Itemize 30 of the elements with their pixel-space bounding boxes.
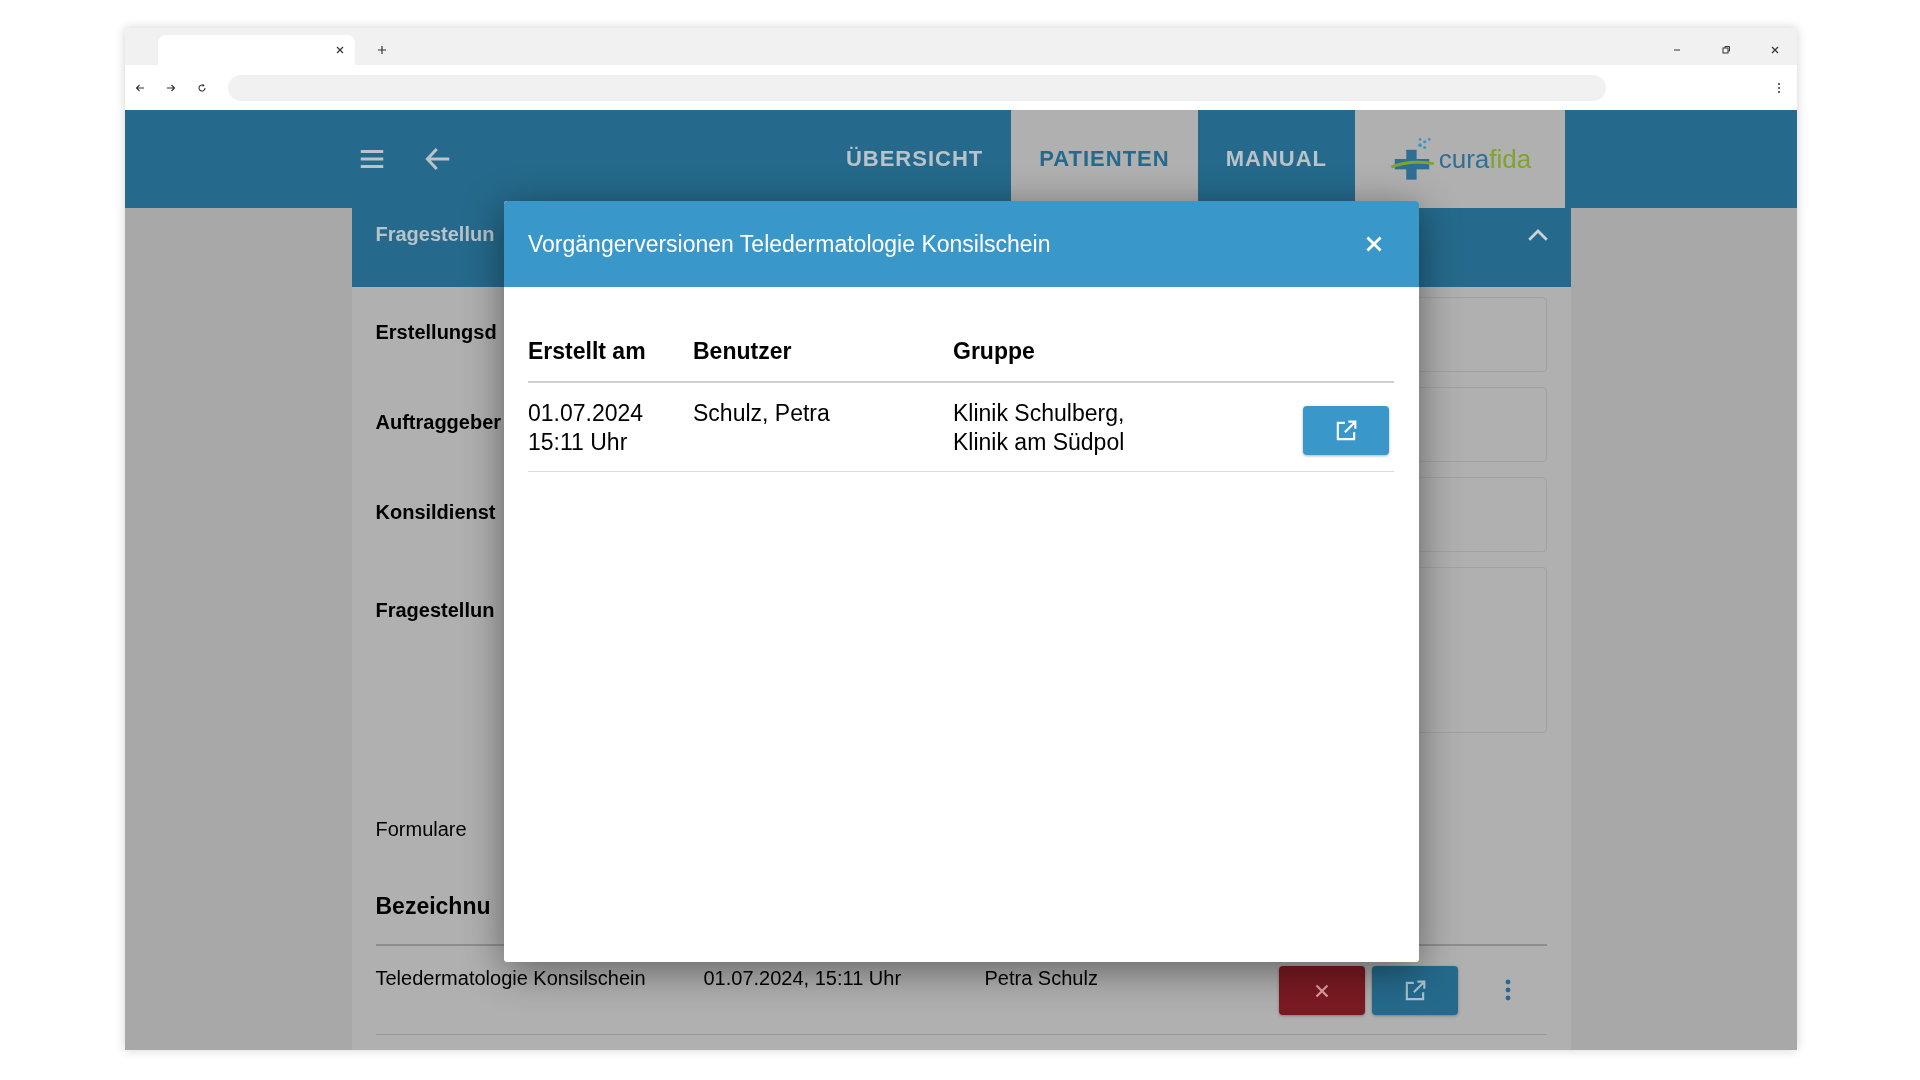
- column-header: Benutzer: [693, 338, 793, 365]
- logo-text: curafida: [1438, 143, 1532, 175]
- table-cell-text: 01.07.2024, 15:11 Uhr: [703, 966, 903, 990]
- section-label: Formulare: [374, 817, 468, 841]
- close-icon[interactable]: [1770, 45, 1780, 55]
- dialog-title: Vorgängerversionen Teledermatologie Konsilschein: [528, 230, 1051, 258]
- column-header: Gruppe: [953, 338, 1036, 365]
- forward-icon[interactable]: [166, 82, 176, 93]
- table-cell-text: Schulz, Petra: [693, 399, 831, 428]
- card-title: Fragestellun: [375, 223, 495, 246]
- table-cell-text: Teledermatologie Konsilschein: [375, 966, 647, 990]
- more-icon[interactable]: [1504, 979, 1511, 1001]
- field-label: Konsildienst: [375, 501, 496, 523]
- field-label: Fragestellun: [375, 599, 495, 621]
- logo-icon: [1388, 136, 1435, 182]
- table-cell-text: Petra Schulz: [984, 966, 1098, 990]
- reload-icon[interactable]: [197, 82, 207, 93]
- back-icon[interactable]: [135, 82, 145, 93]
- restore-icon[interactable]: [1721, 45, 1731, 55]
- open-button[interactable]: [1371, 966, 1458, 1015]
- delete-button[interactable]: [1278, 966, 1365, 1015]
- open-button[interactable]: [1303, 406, 1389, 455]
- field-label: Auftraggeber: [375, 411, 502, 433]
- close-icon[interactable]: [335, 45, 345, 55]
- field-label: Erstellungsd: [375, 321, 497, 343]
- menu-icon[interactable]: [1777, 81, 1781, 94]
- table-cell-text: Klinik Schulberg, Klinik am Südpol: [953, 399, 1126, 457]
- column-header: Erstellt am: [528, 338, 647, 365]
- table-cell-text: 01.07.2024 15:11 Uhr: [528, 399, 645, 457]
- new-tab-icon[interactable]: [377, 45, 387, 55]
